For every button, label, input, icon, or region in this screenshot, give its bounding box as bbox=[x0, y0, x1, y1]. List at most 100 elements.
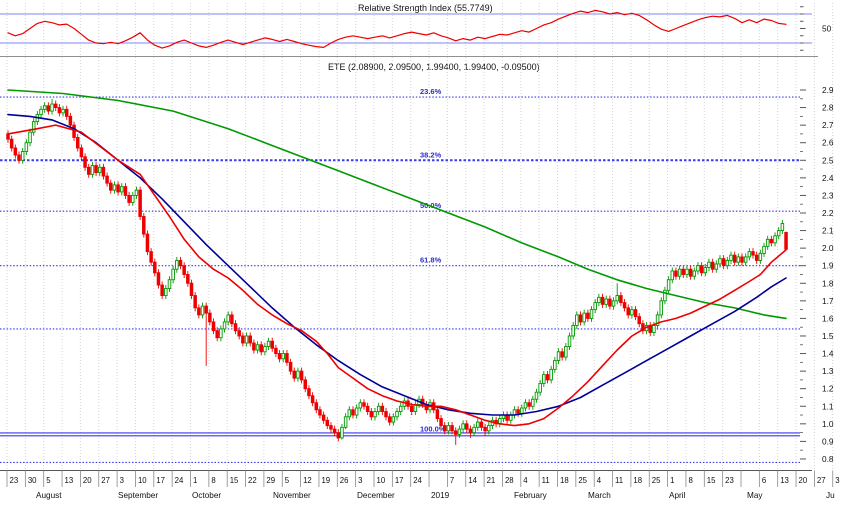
week-label: 7 bbox=[450, 476, 454, 485]
candle-body bbox=[343, 416, 348, 428]
month-label: 2019 bbox=[431, 491, 450, 500]
candle-body bbox=[446, 425, 451, 432]
candle-body bbox=[46, 105, 51, 112]
candle-body bbox=[9, 138, 14, 149]
y-axis-label: 1.1 bbox=[822, 401, 834, 411]
candle-body bbox=[167, 279, 172, 289]
candle-body bbox=[387, 416, 392, 423]
week-label: 21 bbox=[487, 476, 496, 485]
candle-body bbox=[509, 414, 513, 421]
candle-body bbox=[182, 265, 186, 275]
candle-body bbox=[376, 405, 381, 412]
candle-body bbox=[68, 115, 73, 126]
candle-body bbox=[516, 409, 520, 414]
candle-body bbox=[442, 425, 447, 432]
week-label: 20 bbox=[83, 476, 92, 485]
candle-body bbox=[468, 428, 473, 434]
week-label: 25 bbox=[578, 476, 587, 485]
y-axis-label: 2.8 bbox=[822, 103, 834, 113]
candle-body bbox=[567, 335, 572, 347]
month-label: Ju bbox=[826, 491, 835, 500]
candle-body bbox=[94, 165, 98, 174]
candle-body bbox=[692, 270, 697, 277]
y-axis-label: 2.4 bbox=[822, 173, 834, 183]
candle-body bbox=[476, 421, 480, 428]
week-label: 18 bbox=[560, 476, 569, 485]
candle-body bbox=[696, 265, 700, 272]
week-label: 13 bbox=[780, 476, 789, 485]
week-label: 3 bbox=[358, 476, 362, 485]
candle-body bbox=[780, 223, 785, 232]
candle-body bbox=[439, 418, 443, 427]
candle-body bbox=[685, 268, 689, 275]
week-label: 13 bbox=[65, 476, 74, 485]
candle-body bbox=[600, 296, 605, 305]
candle-body bbox=[395, 411, 399, 418]
candle-body bbox=[123, 186, 128, 196]
week-label: 5 bbox=[285, 476, 290, 485]
candle-body bbox=[369, 411, 374, 418]
candle-body bbox=[211, 321, 216, 332]
candle-body bbox=[714, 263, 719, 270]
y-axis-label: 2.0 bbox=[822, 243, 834, 253]
candle-body bbox=[101, 166, 106, 177]
candle-body bbox=[120, 186, 124, 193]
candle-body bbox=[299, 370, 304, 381]
candle-body bbox=[24, 142, 29, 152]
week-label: 30 bbox=[28, 476, 37, 485]
candle-body bbox=[450, 425, 454, 432]
week-label: 5 bbox=[46, 476, 51, 485]
candle-body bbox=[718, 258, 722, 265]
month-label: December bbox=[357, 491, 395, 500]
candle-body bbox=[707, 261, 711, 268]
week-label: 29 bbox=[266, 476, 275, 485]
candle-body bbox=[611, 300, 616, 307]
candle-body bbox=[384, 411, 388, 418]
week-label: 4 bbox=[523, 476, 528, 485]
y-axis-label: 2.3 bbox=[822, 190, 834, 200]
candle-body bbox=[39, 108, 43, 116]
candle-body bbox=[252, 342, 256, 351]
candle-body bbox=[219, 328, 223, 339]
candle-body bbox=[553, 360, 557, 370]
candle-body bbox=[604, 298, 608, 305]
candle-body bbox=[288, 361, 293, 372]
candle-body bbox=[674, 270, 678, 277]
candle-body bbox=[409, 405, 414, 412]
month-label: March bbox=[588, 491, 611, 500]
week-label: 27 bbox=[101, 476, 110, 485]
candle-body bbox=[6, 133, 10, 140]
month-label: September bbox=[118, 491, 158, 500]
candle-body bbox=[663, 289, 667, 302]
candle-body bbox=[740, 256, 744, 263]
candle-body bbox=[189, 282, 194, 297]
y-axis-label: 0.8 bbox=[822, 454, 834, 464]
candle-body bbox=[336, 432, 341, 439]
week-label: 17 bbox=[156, 476, 165, 485]
week-label: 8 bbox=[211, 476, 215, 485]
candle-body bbox=[721, 258, 726, 267]
candle-body bbox=[633, 309, 638, 318]
week-label: 3 bbox=[120, 476, 124, 485]
candle-body bbox=[90, 165, 95, 175]
candle-body bbox=[479, 421, 484, 428]
candle-body bbox=[127, 194, 131, 203]
candle-body bbox=[560, 351, 564, 358]
rsi-panel-title: Relative Strength Index (55.7749) bbox=[358, 3, 493, 13]
candle-body bbox=[153, 261, 157, 274]
candle-body bbox=[75, 136, 80, 149]
candle-body bbox=[160, 284, 164, 297]
week-label: 27 bbox=[817, 476, 826, 485]
candle-body bbox=[465, 423, 469, 430]
candle-body bbox=[285, 353, 289, 363]
candle-body bbox=[681, 268, 686, 275]
candle-body bbox=[222, 321, 227, 330]
candle-body bbox=[186, 274, 190, 284]
candle-body bbox=[472, 426, 476, 434]
candle-body bbox=[142, 216, 146, 235]
candle-body bbox=[149, 251, 153, 263]
candle-body bbox=[134, 189, 139, 196]
candle-body bbox=[332, 428, 337, 434]
candle-body bbox=[531, 398, 535, 407]
candle-body bbox=[725, 259, 730, 267]
